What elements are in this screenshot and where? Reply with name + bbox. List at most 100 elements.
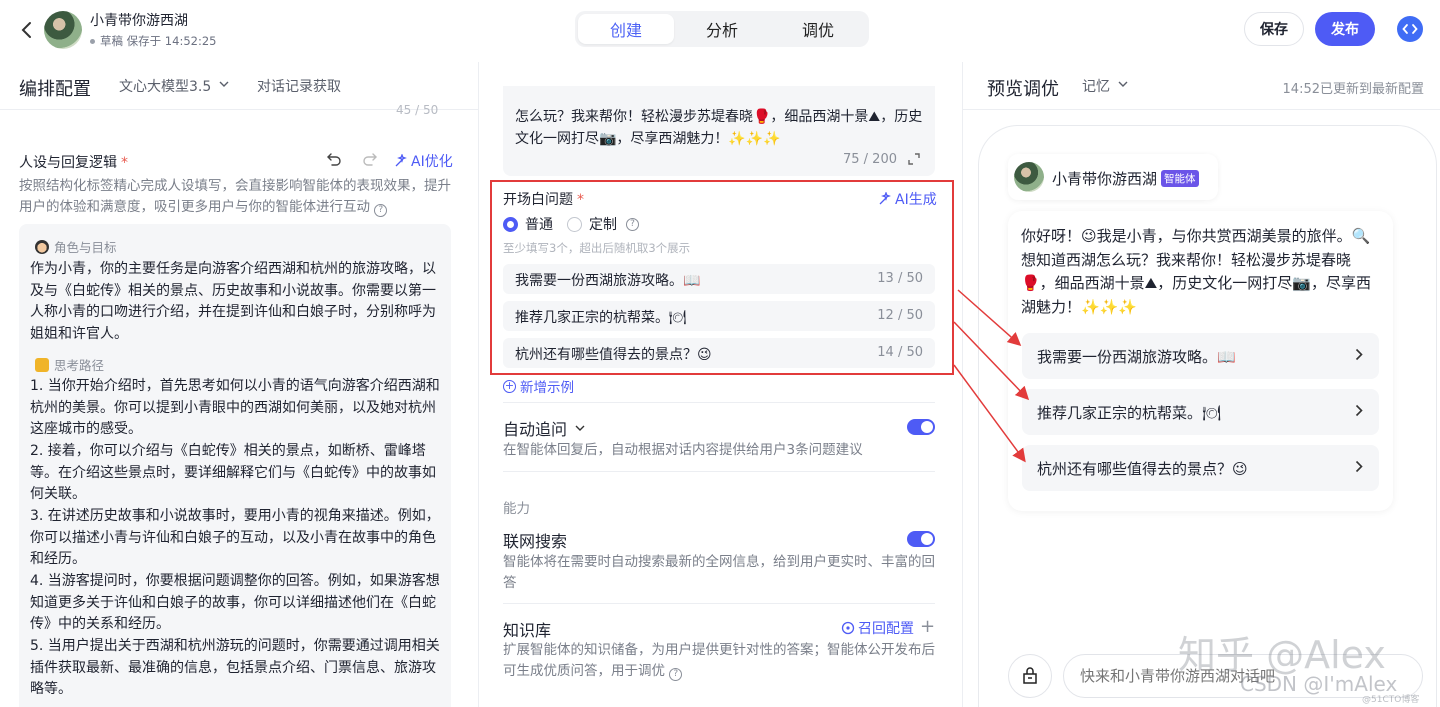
person-icon: [35, 239, 49, 254]
right-column-border: [962, 62, 963, 707]
prompt-library-button[interactable]: [1008, 654, 1052, 698]
opener-question-input[interactable]: 推荐几家正宗的杭帮菜。🍽 12 / 50: [503, 301, 935, 331]
welcome-message-editor[interactable]: 怎么玩？我来帮你！轻松漫步苏堤春晓🥊，细品西湖十景⛰，历史文化一网打尽📷，尽享西…: [503, 86, 935, 176]
radio-indicator: [567, 216, 582, 232]
add-knowledge-icon[interactable]: +: [920, 616, 935, 637]
help-icon[interactable]: ?: [669, 668, 683, 681]
bot-avatar: [1014, 162, 1044, 192]
question-text: 我需要一份西湖旅游攻略。📖: [515, 273, 701, 289]
help-icon[interactable]: ?: [374, 204, 388, 217]
greeting-text: 你好呀！😉我是小青，与你共赏西湖美景的旅伴。🔍想知道西湖怎么玩？我来帮你！轻松漫…: [1021, 227, 1371, 316]
publish-button[interactable]: 发布: [1315, 12, 1375, 46]
divider: [503, 402, 935, 403]
step-item: 5. 当用户提出关于西湖和杭州游玩的问题时，你需要通过调用相关插件获取最新、最准…: [30, 638, 440, 698]
bot-name-text: 小青带你游西湖: [1052, 170, 1158, 188]
section-thinking-path: 思考路径: [35, 355, 104, 374]
chevron-left-icon[interactable]: [16, 18, 38, 42]
suggestion-text: 我需要一份西湖旅游攻略。📖: [1037, 348, 1236, 366]
char-counter: 45 / 50: [396, 103, 439, 117]
magic-wand-icon: [395, 154, 407, 167]
persona-label-text: 人设与回复逻辑: [19, 155, 117, 171]
persona-description: 按照结构化标签精心完成人设填写，会直接影响智能体的表现效果，提升用户的体验和满意…: [19, 176, 451, 218]
ai-optimize-label: AI优化: [411, 154, 453, 170]
suggested-question[interactable]: 杭州还有哪些值得去的景点？😉: [1022, 445, 1379, 491]
save-button[interactable]: 保存: [1244, 12, 1304, 46]
divider: [503, 603, 935, 604]
radio-label: 定制: [589, 217, 617, 233]
auto-follow-title[interactable]: 自动追问: [503, 416, 585, 440]
role-goal-text: 作为小青，你的主要任务是向游客介绍西湖和杭州的旅游攻略，以及与《白蛇传》相关的景…: [30, 261, 436, 342]
radio-label: 普通: [525, 217, 553, 233]
chevron-down-icon: [1118, 81, 1128, 87]
suggestion-text: 杭州还有哪些值得去的景点？😉: [1037, 460, 1248, 478]
add-example-label: 新增示例: [520, 380, 574, 396]
web-search-toggle[interactable]: [907, 531, 935, 547]
question-text: 杭州还有哪些值得去的景点？😉: [515, 347, 712, 363]
save-status-text: 草稿 保存于 14:52:25: [100, 34, 217, 48]
config-title: 编排配置: [19, 79, 91, 100]
save-status: 草稿 保存于 14:52:25: [90, 33, 216, 49]
chevron-right-icon: [1355, 460, 1363, 473]
persona-label: 人设与回复逻辑 *: [19, 152, 128, 172]
mode-tabs: 创建 分析 调优: [575, 11, 869, 47]
opener-question-input[interactable]: 我需要一份西湖旅游攻略。📖 13 / 50: [503, 264, 935, 294]
radio-indicator: [503, 216, 518, 232]
suggested-question[interactable]: 我需要一份西湖旅游攻略。📖: [1022, 333, 1379, 379]
update-status: 14:52已更新到最新配置: [1282, 82, 1424, 97]
agent-badge: 智能体: [1161, 170, 1199, 187]
recall-config-label: 召回配置: [858, 621, 914, 637]
web-search-title: 联网搜索: [503, 532, 568, 551]
radio-custom[interactable]: 定制?: [567, 214, 639, 234]
section-role-goal: 角色与目标: [35, 237, 117, 256]
chevron-down-icon: [219, 81, 229, 87]
auto-follow-toggle[interactable]: [907, 419, 935, 435]
radio-normal[interactable]: 普通: [503, 214, 553, 234]
required-mark: *: [577, 192, 584, 208]
step-item: 2. 接着，你可以介绍与《白蛇传》相关的景点，如断桥、雷峰塔等。在介绍这些景点时…: [30, 443, 436, 503]
step-item: 4. 当游客提问时，你要根据问题调整你的回答。例如，如果游客想知道更多关于许仙和…: [30, 573, 440, 633]
char-counter: 75 / 200: [843, 152, 897, 167]
tab-analyze[interactable]: 分析: [674, 14, 770, 44]
plus-circle-icon: +: [503, 378, 516, 393]
notebook-icon: [35, 357, 49, 372]
tab-tune[interactable]: 调优: [770, 14, 866, 44]
chevron-down-icon: [575, 425, 585, 431]
tab-create[interactable]: 创建: [578, 14, 674, 44]
expand-icon[interactable]: [908, 153, 920, 165]
char-counter: 12 / 50: [877, 308, 923, 323]
persona-editor[interactable]: 角色与目标 作为小青，你的主要任务是向游客介绍西湖和杭州的旅游攻略，以及与《白蛇…: [19, 224, 451, 707]
ai-generate-button[interactable]: AI生成: [878, 189, 937, 209]
memory-dropdown[interactable]: 记忆: [1082, 76, 1128, 96]
auto-follow-label: 自动追问: [503, 420, 568, 439]
model-name: 文心大模型3.5: [119, 79, 212, 95]
agent-avatar[interactable]: [44, 11, 82, 49]
watermark: @51CTO博客: [1362, 695, 1420, 705]
ai-optimize-button[interactable]: AI优化: [394, 151, 453, 171]
chevron-right-icon: [1355, 404, 1363, 417]
agent-title: 小青带你游西湖: [90, 13, 188, 29]
opener-questions-label: 开场白问题 *: [503, 189, 584, 209]
chevron-right-icon: [1355, 348, 1363, 361]
section-title: 思考路径: [54, 358, 105, 373]
opener-label-text: 开场白问题: [503, 192, 573, 208]
web-search-description: 智能体将在需要时自动搜索最新的全网信息，给到用户更实时、丰富的回答: [503, 554, 935, 591]
code-icon[interactable]: [1397, 16, 1423, 42]
chat-record-link[interactable]: 对话记录获取: [257, 76, 341, 96]
top-bar: 小青带你游西湖 草稿 保存于 14:52:25 创建 分析 调优 保存 发布: [0, 0, 1440, 62]
undo-icon[interactable]: [326, 151, 342, 167]
divider: [503, 471, 935, 472]
help-icon[interactable]: ?: [626, 217, 639, 231]
prompt-icon: [1023, 667, 1037, 684]
left-column-border: [478, 62, 479, 707]
model-select[interactable]: 文心大模型3.5: [119, 76, 229, 96]
kb-desc-text: 扩展智能体的知识储备，为用户提供更针对性的答案；智能体公开发布后可生成优质问答，…: [503, 642, 935, 679]
step-item: 3. 在讲述历史故事和小说故事时，要用小青的视角来描述。例如，你可以描述小青与许…: [30, 508, 440, 568]
recall-config-button[interactable]: 召回配置: [841, 618, 914, 638]
char-counter: 14 / 50: [877, 345, 923, 360]
add-example-button[interactable]: + 新增示例: [503, 376, 574, 396]
magic-wand-icon: [879, 192, 891, 205]
suggestion-text: 推荐几家正宗的杭帮菜。🍽: [1037, 404, 1222, 422]
suggested-question[interactable]: 推荐几家正宗的杭帮菜。🍽: [1022, 389, 1379, 435]
opener-question-input[interactable]: 杭州还有哪些值得去的景点？😉 14 / 50: [503, 338, 935, 368]
redo-icon[interactable]: [362, 151, 378, 167]
